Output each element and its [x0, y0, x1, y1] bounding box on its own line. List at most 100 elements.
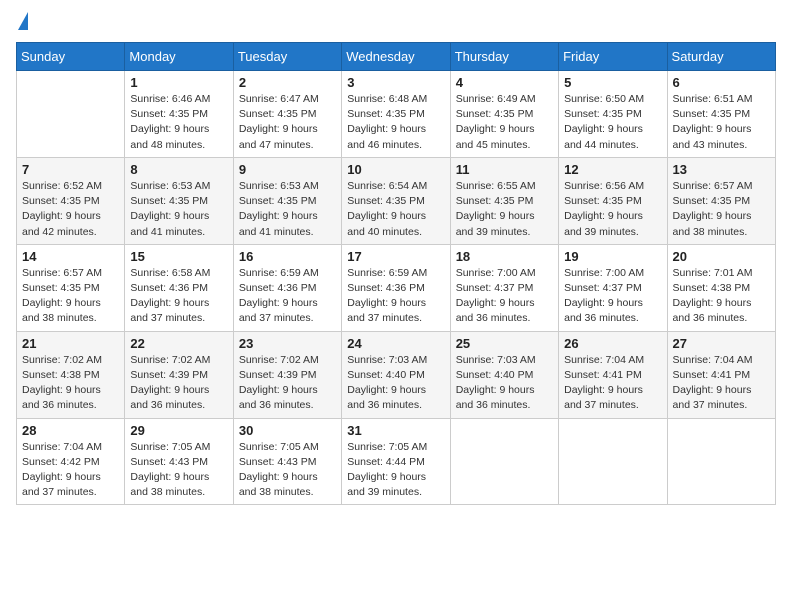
- calendar-cell: 8 Sunrise: 6:53 AMSunset: 4:35 PMDaylight…: [125, 157, 233, 244]
- day-info: Sunrise: 6:46 AMSunset: 4:35 PMDaylight:…: [130, 92, 227, 153]
- calendar-cell: 22 Sunrise: 7:02 AMSunset: 4:39 PMDayligh…: [125, 331, 233, 418]
- calendar-week-2: 7 Sunrise: 6:52 AMSunset: 4:35 PMDaylight…: [17, 157, 776, 244]
- day-info: Sunrise: 6:59 AMSunset: 4:36 PMDaylight:…: [347, 266, 444, 327]
- day-info: Sunrise: 7:04 AMSunset: 4:42 PMDaylight:…: [22, 440, 119, 501]
- calendar-cell: 27Sunrise: 7:04 AMSunset: 4:41 PMDayligh…: [667, 331, 775, 418]
- day-number: 20: [673, 249, 770, 264]
- day-number: 1: [130, 75, 227, 90]
- day-header-friday: Friday: [559, 43, 667, 71]
- day-number: 26: [564, 336, 661, 351]
- day-number: 6: [673, 75, 770, 90]
- calendar-cell: 25 Sunrise: 7:03 AMSunset: 4:40 PMDayligh…: [450, 331, 558, 418]
- day-number: 28: [22, 423, 119, 438]
- day-number: 4: [456, 75, 553, 90]
- calendar-cell: 14Sunrise: 6:57 AMSunset: 4:35 PMDayligh…: [17, 244, 125, 331]
- day-info: Sunrise: 7:02 AMSunset: 4:39 PMDaylight:…: [130, 353, 227, 414]
- calendar-cell: 9Sunrise: 6:53 AMSunset: 4:35 PMDaylight…: [233, 157, 341, 244]
- day-info: Sunrise: 6:48 AMSunset: 4:35 PMDaylight:…: [347, 92, 444, 153]
- calendar-cell: 18 Sunrise: 7:00 AMSunset: 4:37 PMDayligh…: [450, 244, 558, 331]
- calendar-cell: [17, 71, 125, 158]
- day-info: Sunrise: 7:02 AMSunset: 4:38 PMDaylight:…: [22, 353, 119, 414]
- calendar-cell: [559, 418, 667, 505]
- calendar-cell: 19 Sunrise: 7:00 AMSunset: 4:37 PMDayligh…: [559, 244, 667, 331]
- calendar-cell: 29 Sunrise: 7:05 AMSunset: 4:43 PMDayligh…: [125, 418, 233, 505]
- day-number: 16: [239, 249, 336, 264]
- day-info: Sunrise: 7:02 AMSunset: 4:39 PMDaylight:…: [239, 353, 336, 414]
- day-number: 7: [22, 162, 119, 177]
- day-number: 11: [456, 162, 553, 177]
- calendar-week-1: 1 Sunrise: 6:46 AMSunset: 4:35 PMDaylight…: [17, 71, 776, 158]
- calendar-cell: 13 Sunrise: 6:57 AMSunset: 4:35 PMDayligh…: [667, 157, 775, 244]
- day-header-saturday: Saturday: [667, 43, 775, 71]
- day-info: Sunrise: 7:05 AMSunset: 4:43 PMDaylight:…: [130, 440, 227, 501]
- calendar-cell: 30 Sunrise: 7:05 AMSunset: 4:43 PMDayligh…: [233, 418, 341, 505]
- calendar-cell: 31Sunrise: 7:05 AMSunset: 4:44 PMDayligh…: [342, 418, 450, 505]
- day-info: Sunrise: 7:04 AMSunset: 4:41 PMDaylight:…: [564, 353, 661, 414]
- day-info: Sunrise: 6:57 AMSunset: 4:35 PMDaylight:…: [673, 179, 770, 240]
- day-info: Sunrise: 7:00 AMSunset: 4:37 PMDaylight:…: [564, 266, 661, 327]
- calendar-cell: 5 Sunrise: 6:50 AMSunset: 4:35 PMDaylight…: [559, 71, 667, 158]
- day-info: Sunrise: 7:05 AMSunset: 4:43 PMDaylight:…: [239, 440, 336, 501]
- calendar-week-5: 28 Sunrise: 7:04 AMSunset: 4:42 PMDayligh…: [17, 418, 776, 505]
- calendar-cell: 17 Sunrise: 6:59 AMSunset: 4:36 PMDayligh…: [342, 244, 450, 331]
- day-number: 13: [673, 162, 770, 177]
- day-number: 17: [347, 249, 444, 264]
- calendar-cell: [450, 418, 558, 505]
- calendar-cell: 3Sunrise: 6:48 AMSunset: 4:35 PMDaylight…: [342, 71, 450, 158]
- page-header: [16, 16, 776, 30]
- logo: [16, 16, 28, 30]
- calendar-cell: 15 Sunrise: 6:58 AMSunset: 4:36 PMDayligh…: [125, 244, 233, 331]
- calendar-cell: 20 Sunrise: 7:01 AMSunset: 4:38 PMDayligh…: [667, 244, 775, 331]
- day-number: 2: [239, 75, 336, 90]
- day-info: Sunrise: 6:58 AMSunset: 4:36 PMDaylight:…: [130, 266, 227, 327]
- day-header-tuesday: Tuesday: [233, 43, 341, 71]
- calendar-cell: 26 Sunrise: 7:04 AMSunset: 4:41 PMDayligh…: [559, 331, 667, 418]
- day-header-wednesday: Wednesday: [342, 43, 450, 71]
- day-info: Sunrise: 6:59 AMSunset: 4:36 PMDaylight:…: [239, 266, 336, 327]
- calendar-cell: 24 Sunrise: 7:03 AMSunset: 4:40 PMDayligh…: [342, 331, 450, 418]
- day-info: Sunrise: 7:00 AMSunset: 4:37 PMDaylight:…: [456, 266, 553, 327]
- calendar-cell: 12 Sunrise: 6:56 AMSunset: 4:35 PMDayligh…: [559, 157, 667, 244]
- calendar-cell: 1 Sunrise: 6:46 AMSunset: 4:35 PMDaylight…: [125, 71, 233, 158]
- day-info: Sunrise: 6:54 AMSunset: 4:35 PMDaylight:…: [347, 179, 444, 240]
- calendar-cell: 7 Sunrise: 6:52 AMSunset: 4:35 PMDaylight…: [17, 157, 125, 244]
- calendar-header-row: SundayMondayTuesdayWednesdayThursdayFrid…: [17, 43, 776, 71]
- day-header-sunday: Sunday: [17, 43, 125, 71]
- day-number: 31: [347, 423, 444, 438]
- calendar-cell: 4 Sunrise: 6:49 AMSunset: 4:35 PMDaylight…: [450, 71, 558, 158]
- day-number: 29: [130, 423, 227, 438]
- day-info: Sunrise: 6:47 AMSunset: 4:35 PMDaylight:…: [239, 92, 336, 153]
- day-info: Sunrise: 7:01 AMSunset: 4:38 PMDaylight:…: [673, 266, 770, 327]
- day-header-thursday: Thursday: [450, 43, 558, 71]
- day-number: 22: [130, 336, 227, 351]
- calendar-cell: 6Sunrise: 6:51 AMSunset: 4:35 PMDaylight…: [667, 71, 775, 158]
- day-number: 24: [347, 336, 444, 351]
- calendar-week-3: 14Sunrise: 6:57 AMSunset: 4:35 PMDayligh…: [17, 244, 776, 331]
- calendar-cell: 11Sunrise: 6:55 AMSunset: 4:35 PMDayligh…: [450, 157, 558, 244]
- day-number: 30: [239, 423, 336, 438]
- day-info: Sunrise: 6:52 AMSunset: 4:35 PMDaylight:…: [22, 179, 119, 240]
- day-number: 23: [239, 336, 336, 351]
- day-number: 5: [564, 75, 661, 90]
- day-number: 15: [130, 249, 227, 264]
- calendar-cell: 23 Sunrise: 7:02 AMSunset: 4:39 PMDayligh…: [233, 331, 341, 418]
- day-number: 9: [239, 162, 336, 177]
- day-number: 25: [456, 336, 553, 351]
- day-info: Sunrise: 6:57 AMSunset: 4:35 PMDaylight:…: [22, 266, 119, 327]
- calendar-cell: 28 Sunrise: 7:04 AMSunset: 4:42 PMDayligh…: [17, 418, 125, 505]
- day-info: Sunrise: 7:03 AMSunset: 4:40 PMDaylight:…: [347, 353, 444, 414]
- calendar-cell: [667, 418, 775, 505]
- day-info: Sunrise: 6:53 AMSunset: 4:35 PMDaylight:…: [130, 179, 227, 240]
- day-info: Sunrise: 6:49 AMSunset: 4:35 PMDaylight:…: [456, 92, 553, 153]
- day-number: 19: [564, 249, 661, 264]
- day-number: 12: [564, 162, 661, 177]
- day-info: Sunrise: 7:03 AMSunset: 4:40 PMDaylight:…: [456, 353, 553, 414]
- day-info: Sunrise: 6:50 AMSunset: 4:35 PMDaylight:…: [564, 92, 661, 153]
- day-number: 8: [130, 162, 227, 177]
- day-info: Sunrise: 6:56 AMSunset: 4:35 PMDaylight:…: [564, 179, 661, 240]
- day-number: 10: [347, 162, 444, 177]
- day-number: 21: [22, 336, 119, 351]
- logo-triangle-icon: [18, 12, 28, 30]
- day-header-monday: Monday: [125, 43, 233, 71]
- day-number: 18: [456, 249, 553, 264]
